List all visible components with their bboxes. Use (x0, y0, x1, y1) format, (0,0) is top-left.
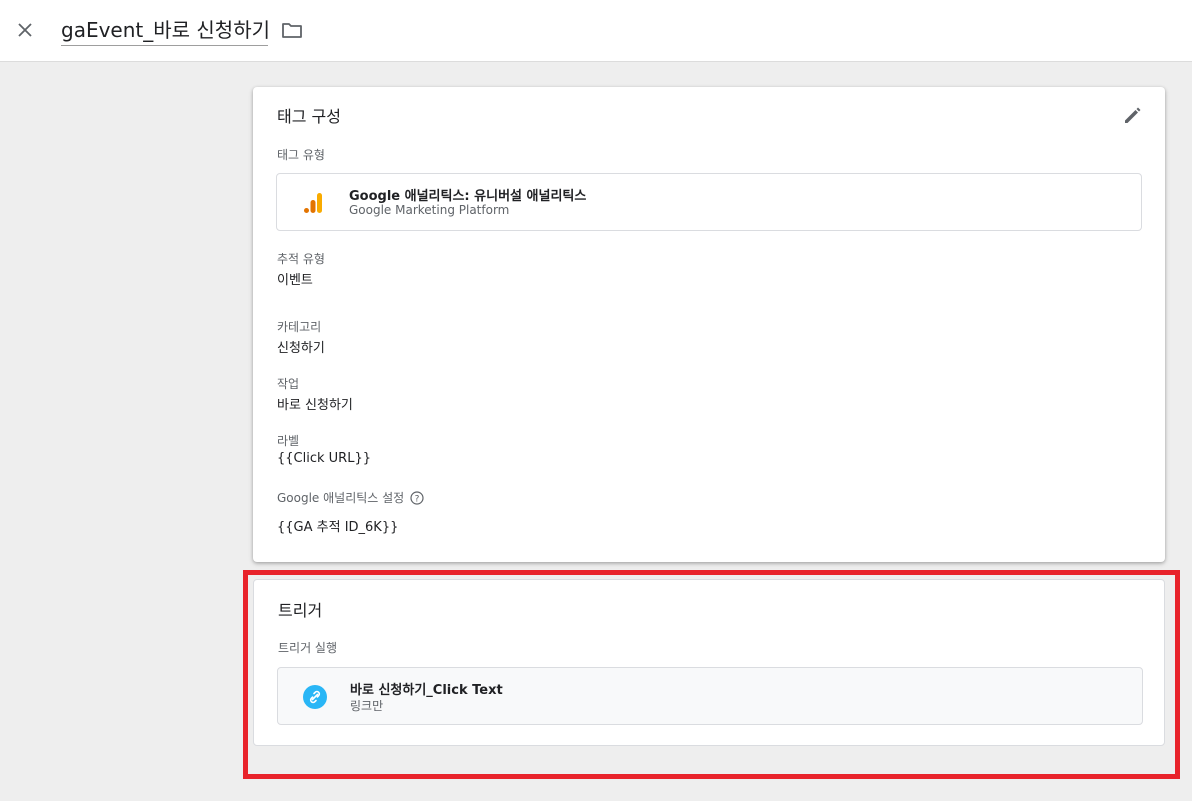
card-title: 트리거 (278, 601, 323, 620)
tracking-type-value: 이벤트 (277, 273, 313, 288)
tag-type-name: Google 애널리틱스: 유니버설 애널리틱스 (349, 189, 587, 204)
ga-settings-label-text: Google 애널리틱스 설정 (277, 491, 405, 505)
tag-configuration-card[interactable]: 태그 구성 태그 유형 Google 애널리틱스: 유니버설 애널리틱스 Goo… (253, 87, 1165, 562)
category-value: 신청하기 (277, 341, 325, 356)
triggering-card[interactable]: 트리거 트리거 실행 바로 신청하기_Click Text 링크만 (253, 579, 1165, 746)
label-label: 라벨 (277, 434, 300, 448)
tag-type-label: 태그 유형 (277, 148, 325, 162)
trigger-type: 링크만 (350, 699, 384, 713)
tag-name-input[interactable]: gaEvent_바로 신청하기 (61, 14, 268, 46)
category-label: 카테고리 (277, 320, 322, 334)
edit-pencil-icon[interactable] (1121, 103, 1145, 127)
help-icon[interactable]: ? (410, 491, 424, 505)
ga-settings-label: Google 애널리틱스 설정? (277, 489, 424, 506)
firing-triggers-label: 트리거 실행 (278, 641, 338, 655)
tracking-type-label: 추적 유형 (277, 252, 325, 266)
card-title: 태그 구성 (277, 107, 341, 126)
tag-type-box[interactable]: Google 애널리틱스: 유니버설 애널리틱스 Google Marketin… (276, 173, 1142, 231)
action-value: 바로 신청하기 (277, 398, 353, 413)
label-value: {{Click URL}} (277, 451, 371, 466)
trigger-name: 바로 신청하기_Click Text (350, 683, 503, 698)
action-label: 작업 (277, 377, 300, 391)
top-bar: gaEvent_바로 신청하기 (0, 0, 1192, 62)
trigger-item[interactable]: 바로 신청하기_Click Text 링크만 (277, 667, 1143, 725)
ga-settings-value: {{GA 추적 ID_6K}} (277, 520, 399, 535)
google-analytics-icon (301, 190, 327, 216)
tag-type-vendor: Google Marketing Platform (349, 203, 510, 217)
folder-icon[interactable] (280, 18, 304, 42)
close-icon[interactable] (13, 18, 37, 42)
svg-text:?: ? (415, 495, 420, 505)
link-icon (302, 684, 328, 710)
